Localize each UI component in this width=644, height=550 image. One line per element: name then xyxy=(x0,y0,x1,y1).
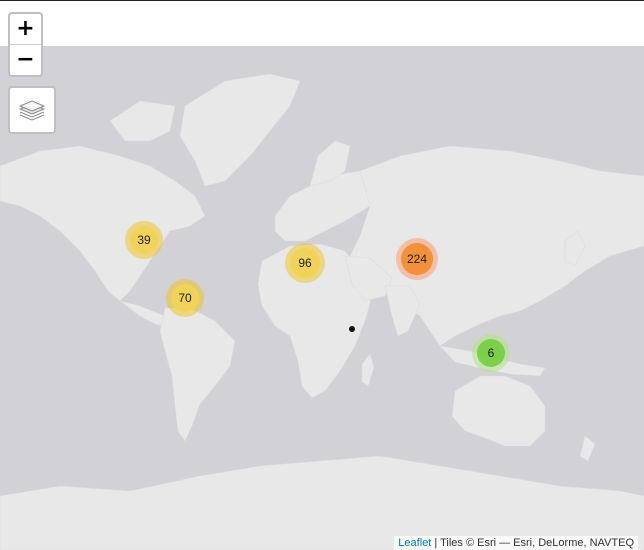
cluster-count: 96 xyxy=(290,248,320,278)
leaflet-link[interactable]: Leaflet xyxy=(398,537,431,549)
cluster-marker[interactable]: 39 xyxy=(125,221,163,259)
point-marker[interactable] xyxy=(349,326,355,332)
map-attribution: Leaflet | Tiles © Esri — Esri, DeLorme, … xyxy=(394,536,638,550)
cluster-count: 224 xyxy=(401,243,433,275)
zoom-control: + − xyxy=(8,12,43,77)
cluster-count: 70 xyxy=(171,284,199,312)
madagascar-shape xyxy=(361,353,375,387)
layers-control-button[interactable] xyxy=(8,86,56,134)
south-america-shape xyxy=(159,307,236,442)
new-zealand-shape xyxy=(579,435,596,462)
cluster-marker[interactable]: 96 xyxy=(285,243,325,283)
australia-shape xyxy=(451,375,546,447)
cluster-count: 39 xyxy=(130,226,158,254)
cluster-marker[interactable]: 224 xyxy=(396,238,438,280)
cluster-marker[interactable]: 6 xyxy=(472,334,510,372)
zoom-in-button[interactable]: + xyxy=(10,14,41,44)
top-border xyxy=(0,0,644,1)
world-landmass xyxy=(0,73,644,550)
layers-icon xyxy=(18,100,46,121)
cluster-count: 6 xyxy=(477,339,505,367)
cluster-marker[interactable]: 70 xyxy=(166,279,204,317)
greenland-shape xyxy=(179,73,301,187)
attribution-text: | Tiles © Esri — Esri, DeLorme, NAVTEQ xyxy=(431,537,634,549)
zoom-out-button[interactable]: − xyxy=(10,44,41,75)
map-canvas[interactable]: 39 70 96 224 6 Leaflet | Tiles © Esri — … xyxy=(0,46,644,550)
north-america-shape xyxy=(0,145,206,302)
arctic-islands-shape xyxy=(109,100,176,142)
